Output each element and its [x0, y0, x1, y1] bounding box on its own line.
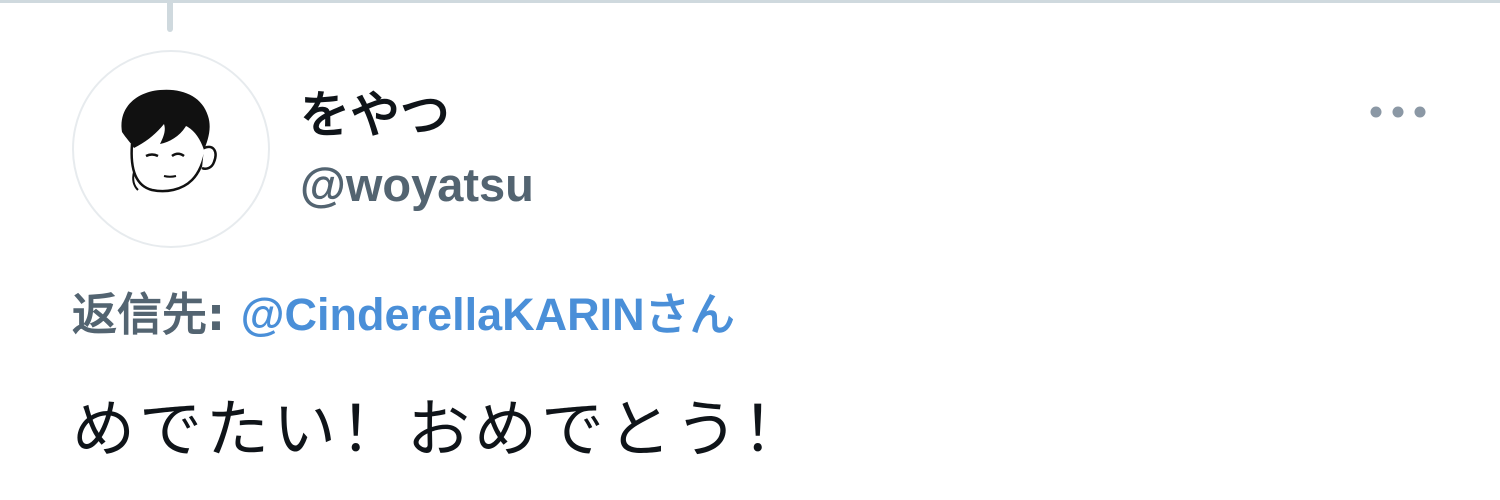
reply-target-link[interactable]: @CinderellaKARIN — [241, 289, 645, 340]
more-options-button[interactable] — [1362, 92, 1434, 132]
more-dots-icon — [1370, 106, 1426, 118]
top-divider — [0, 0, 1500, 6]
reply-prefix-label: 返信先: — [72, 288, 241, 341]
reply-context: 返信先: @CinderellaKARINさん — [72, 280, 735, 350]
tweet-body-text: めでたい！おめでとう！ — [72, 393, 809, 466]
reply-suffix-label: さん — [644, 288, 735, 341]
author-display-name[interactable]: をやつ — [300, 80, 450, 150]
thread-connector-line — [167, 0, 173, 32]
avatar-illustration-icon — [121, 89, 217, 193]
avatar[interactable] — [72, 50, 270, 248]
author-handle[interactable]: @woyatsu — [300, 150, 534, 220]
